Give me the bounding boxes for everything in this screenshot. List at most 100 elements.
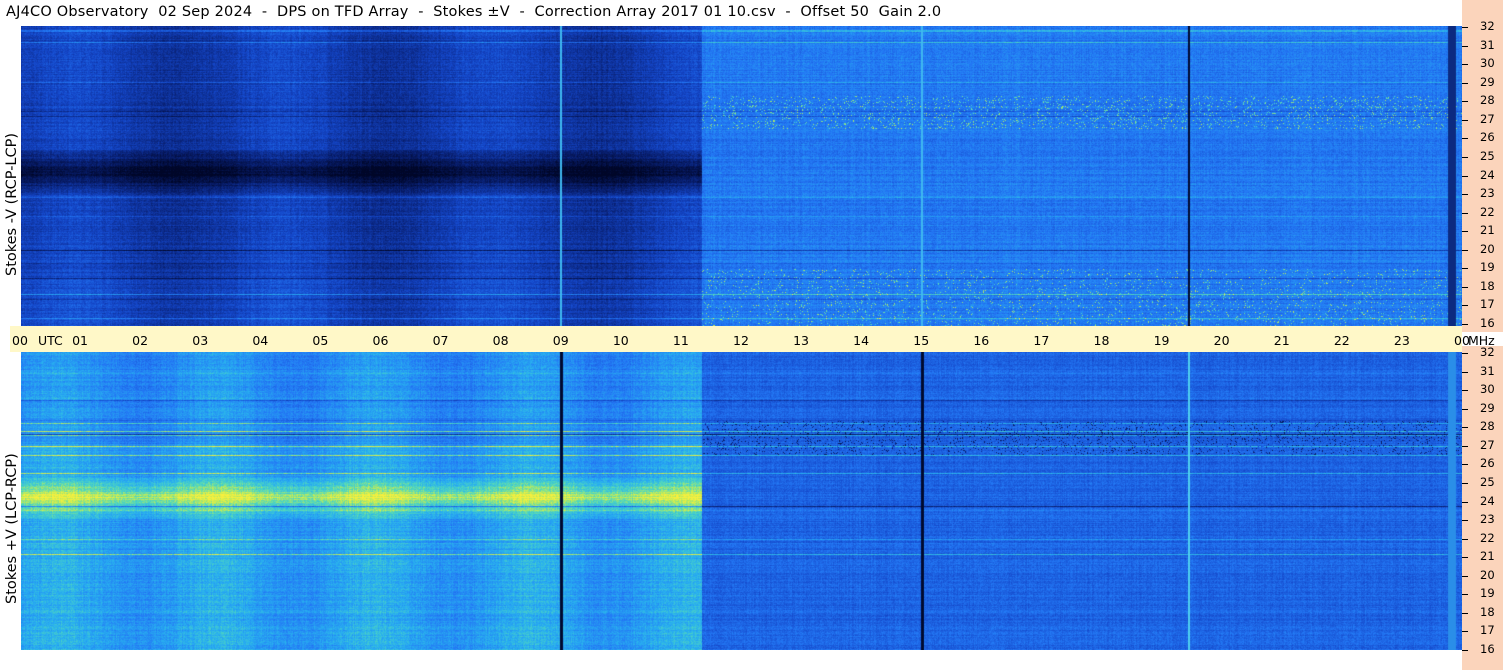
freq-tick-mark — [1462, 175, 1468, 177]
freq-tick-label: 16 — [1480, 316, 1495, 330]
freq-tick-mark — [1462, 101, 1468, 103]
freq-tick-mark — [1462, 353, 1468, 354]
freq-tick-label: 29 — [1480, 400, 1495, 415]
freq-tick-label: 21 — [1480, 223, 1495, 238]
freq-tick-mark — [1462, 268, 1468, 270]
freq-tick-label: 27 — [1480, 437, 1495, 452]
freq-tick-mark — [1462, 427, 1468, 429]
freq-tick-mark — [1462, 520, 1468, 522]
time-tick: 15 — [913, 333, 930, 348]
freq-tick-label: 22 — [1480, 204, 1495, 219]
freq-tick-label: 27 — [1480, 111, 1495, 126]
spectrogram-bottom — [21, 352, 1462, 650]
spectrogram-bottom-canvas — [21, 352, 1462, 650]
time-tick: 19 — [1153, 333, 1170, 348]
freq-tick-label: 24 — [1480, 167, 1495, 182]
time-tick: 22 — [1333, 333, 1350, 348]
time-tick: 12 — [733, 333, 749, 348]
freq-tick-mark — [1462, 594, 1468, 596]
time-tick: 23 — [1393, 333, 1410, 348]
freq-tick-mark — [1462, 138, 1468, 140]
freq-tick-mark — [1462, 408, 1468, 410]
time-tick: 16 — [973, 333, 990, 348]
freq-tick-label: 20 — [1480, 567, 1495, 582]
time-tick: 03 — [192, 333, 209, 348]
freq-tick-label: 17 — [1480, 623, 1495, 638]
freq-tick-mark — [1462, 119, 1468, 121]
time-tick: 04 — [252, 333, 269, 348]
ylabel-top: Stokes -V (RCP-LCP) — [4, 132, 20, 276]
freq-tick-label: 22 — [1480, 530, 1495, 545]
time-tick: 20 — [1213, 333, 1230, 348]
time-tick: 08 — [492, 333, 509, 348]
freq-tick-mark — [1462, 445, 1468, 447]
freq-tick-label: 19 — [1480, 260, 1495, 275]
freq-tick-mark — [1462, 557, 1468, 559]
freq-tick-mark — [1462, 612, 1468, 614]
freq-tick-mark — [1462, 286, 1468, 288]
freq-tick-mark — [1462, 64, 1468, 66]
freq-tick-label: 30 — [1480, 382, 1495, 397]
freq-tick-label: 32 — [1480, 19, 1495, 33]
freq-tick-label: 29 — [1480, 74, 1495, 89]
time-tick: 02 — [132, 333, 149, 348]
time-unit-label: UTC — [38, 333, 63, 348]
time-tick: 18 — [1093, 333, 1110, 348]
time-tick: 07 — [432, 333, 449, 348]
freq-tick-mark — [1462, 371, 1468, 373]
time-tick: 05 — [312, 333, 329, 348]
freq-tick-mark — [1462, 305, 1468, 307]
time-tick: 10 — [612, 333, 629, 348]
freq-tick-label: 18 — [1480, 604, 1495, 619]
spectrogram-top-canvas — [21, 26, 1462, 326]
time-axis: 00 01 02 03 04 05 06 07 08 09 10 11 12 13 14 15 16 17 18 19… — [10, 326, 1495, 352]
freq-tick-mark — [1462, 464, 1468, 466]
freq-tick-label: 21 — [1480, 549, 1495, 564]
freq-tick-label: 28 — [1480, 419, 1495, 434]
freq-tick-label: 17 — [1480, 297, 1495, 312]
freq-tick-label: 20 — [1480, 241, 1495, 256]
time-tick: 09 — [552, 333, 569, 348]
chart-title: AJ4CO Observatory 02 Sep 2024 - DPS on T… — [6, 4, 942, 20]
freq-tick-label: 16 — [1480, 642, 1495, 656]
freq-tick-mark — [1462, 501, 1468, 503]
freq-tick-label: 24 — [1480, 493, 1495, 508]
freq-tick-label: 26 — [1480, 456, 1495, 471]
time-tick: 14 — [853, 333, 870, 348]
freq-tick-mark — [1462, 575, 1468, 577]
freq-tick-mark — [1462, 212, 1468, 214]
time-tick: 17 — [1033, 333, 1050, 348]
freq-tick-mark — [1462, 27, 1468, 28]
spectrogram-top — [21, 26, 1462, 326]
freq-tick-mark — [1462, 390, 1468, 392]
time-tick: 13 — [793, 333, 809, 348]
freq-axis-top: 32 31 30 29 28 27 26 25 24 23 22 21 20 19 18 17 16 — [1462, 0, 1503, 332]
freq-tick-mark — [1462, 482, 1468, 484]
freq-tick-mark — [1462, 650, 1468, 651]
freq-tick-label: 25 — [1480, 474, 1495, 489]
freq-tick-mark — [1462, 631, 1468, 633]
time-tick: 11 — [672, 333, 689, 348]
ylabel-bottom: Stokes +V (LCP-RCP) — [4, 453, 20, 604]
freq-tick-label: 25 — [1480, 148, 1495, 163]
freq-tick-mark — [1462, 231, 1468, 233]
freq-tick-mark — [1462, 45, 1468, 47]
freq-tick-mark — [1462, 538, 1468, 540]
freq-tick-label: 18 — [1480, 278, 1495, 293]
time-tick: 21 — [1273, 333, 1290, 348]
freq-tick-label: 23 — [1480, 512, 1495, 527]
time-tick: 00 — [12, 333, 28, 348]
freq-axis-bottom: 32 31 30 29 28 27 26 25 24 23 22 21 20 19 18 17 16 — [1462, 345, 1503, 672]
freq-tick-mark — [1462, 82, 1468, 84]
freq-tick-label: 30 — [1480, 56, 1495, 71]
freq-tick-label: 31 — [1480, 363, 1495, 378]
freq-tick-label: 28 — [1480, 93, 1495, 108]
freq-tick-label: 26 — [1480, 130, 1495, 145]
freq-tick-mark — [1462, 194, 1468, 196]
freq-tick-label: 31 — [1480, 37, 1495, 52]
freq-tick-label: 23 — [1480, 186, 1495, 201]
freq-tick-mark — [1462, 249, 1468, 251]
freq-tick-label: 19 — [1480, 586, 1495, 601]
freq-tick-label: 32 — [1480, 345, 1495, 359]
time-tick: 06 — [372, 333, 389, 348]
